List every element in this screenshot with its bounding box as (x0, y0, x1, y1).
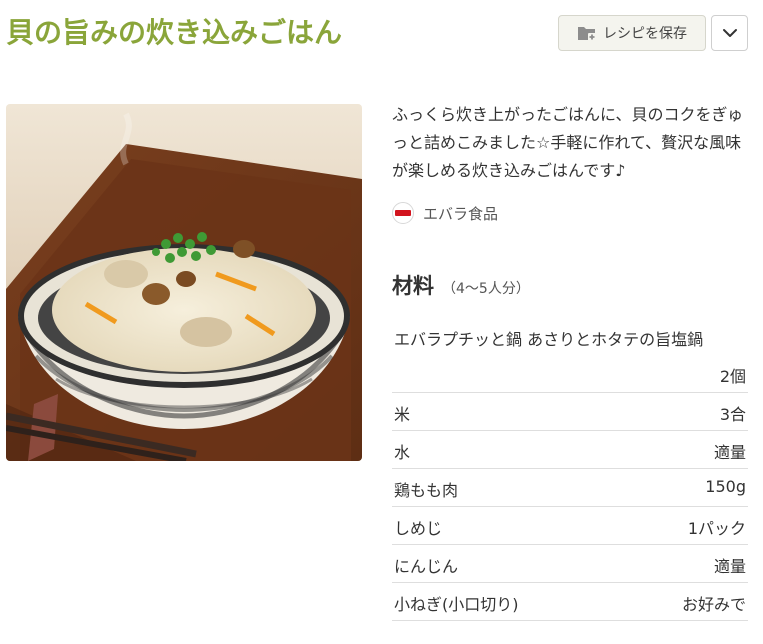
ingredient-amount: 3合 (719, 405, 746, 424)
ingredient-name: エバラプチッと鍋 あさりとホタテの旨塩鍋 (394, 330, 704, 349)
ingredient-name: 鶏もも肉 (394, 481, 459, 500)
save-recipe-label: レシピを保存 (603, 26, 687, 42)
brand-link[interactable]: エバラ食品 (392, 202, 498, 224)
ingredient-row: エバラプチッと鍋 あさりとホタテの旨塩鍋 2個 (392, 319, 748, 393)
recipe-title: 貝の旨みの炊き込みごはん (6, 16, 343, 49)
save-recipe-button[interactable]: レシピを保存 (558, 15, 706, 51)
ingredient-row: 米 3合 (392, 393, 748, 431)
recipe-description: ふっくら炊き上がったごはんに、貝のコクをぎゅっと詰めこみました☆手軽に作れて、贅… (392, 105, 744, 180)
recipe-photo (6, 104, 362, 461)
ingredient-name: にんじん (394, 557, 459, 576)
ingredients-servings: （4〜5人分） (442, 281, 530, 297)
chevron-down-icon (722, 29, 737, 37)
more-options-button[interactable] (711, 15, 748, 51)
ingredient-name: 米 (394, 405, 411, 424)
folder-add-icon (578, 27, 596, 41)
brand-name: エバラ食品 (423, 204, 499, 223)
ingredient-name: 小ねぎ(小口切り) (394, 595, 519, 614)
ingredient-amount: 150g (705, 477, 746, 496)
ingredient-amount: 1パック (687, 519, 746, 538)
ingredient-name: 水 (394, 443, 411, 462)
ingredient-amount: 適量 (713, 443, 746, 462)
ingredient-row: 小ねぎ(小口切り) お好みで (392, 583, 748, 621)
ingredient-row: 水 適量 (392, 431, 748, 469)
ingredient-row: にんじん 適量 (392, 545, 748, 583)
ingredient-row: しめじ 1パック (392, 507, 748, 545)
ingredient-row: 鶏もも肉 150g (392, 469, 748, 507)
ingredients-title: 材料 (392, 274, 434, 298)
ingredients-heading: 材料 （4〜5人分） (392, 270, 530, 300)
ingredient-name: しめじ (394, 519, 443, 538)
ingredient-amount: 適量 (713, 557, 746, 576)
ingredient-amount: お好みで (681, 595, 746, 614)
brand-logo (392, 202, 414, 224)
ingredient-amount: 2個 (719, 367, 746, 386)
